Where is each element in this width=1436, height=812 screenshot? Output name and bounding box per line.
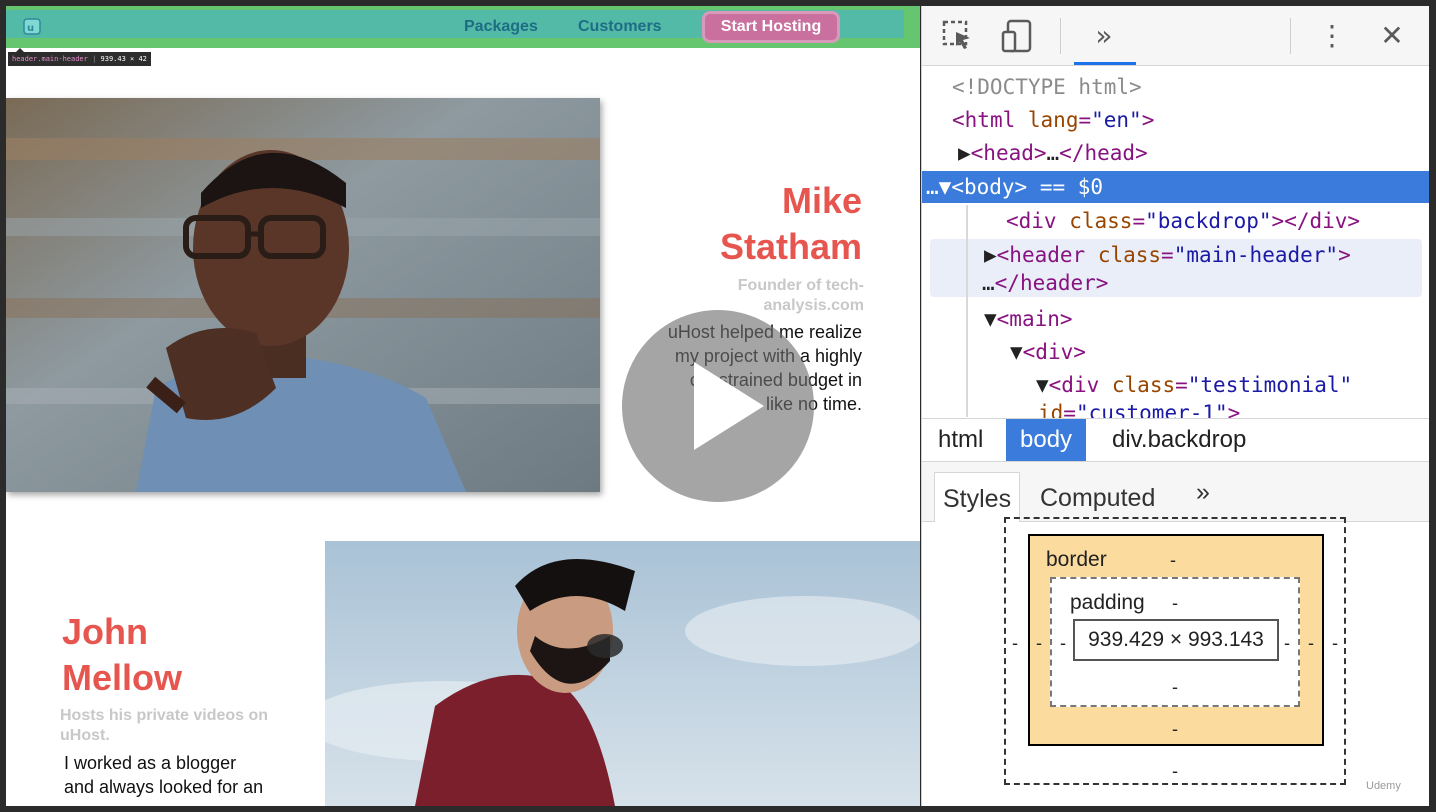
customer-2-name: John Mellow: [62, 609, 322, 701]
device-toolbar-icon[interactable]: [1000, 18, 1036, 54]
tooltip-selector: header.main-header: [12, 55, 88, 63]
border-top-value[interactable]: -: [1170, 550, 1176, 571]
border-bottom-value[interactable]: -: [1172, 719, 1178, 740]
padding-top-value[interactable]: -: [1172, 593, 1178, 614]
tooltip-size: 939.43 × 42: [100, 55, 147, 63]
main-header: u Packages Customers Start Hosting: [6, 6, 920, 48]
kebab-menu-icon[interactable]: ⋮: [1314, 18, 1350, 54]
breadcrumb: html body div.backdrop: [922, 418, 1429, 462]
active-tab-indicator: [1074, 62, 1136, 65]
box-model-diagram: 939.429 × 993.143 border - padding - - -…: [922, 517, 1429, 806]
customer-2-role-line: Hosts his private videos on: [60, 707, 269, 724]
main-node[interactable]: ▼<main>: [984, 303, 1073, 335]
svg-text:u: u: [27, 23, 34, 34]
padding-right-value[interactable]: -: [1284, 633, 1290, 654]
more-panels-icon[interactable]: »: [1086, 18, 1122, 54]
border-label: border: [1046, 548, 1107, 571]
body-node[interactable]: …▼<body> == $0: [926, 171, 1103, 203]
padding-label: padding: [1070, 591, 1145, 614]
udemy-watermark: Udemy: [1366, 780, 1401, 792]
nav-packages-link[interactable]: Packages: [464, 18, 538, 36]
devtools-toolbar: » ⋮ ✕: [922, 6, 1429, 66]
box-model-content[interactable]: 939.429 × 993.143: [1073, 619, 1279, 661]
breadcrumb-body[interactable]: body: [1006, 419, 1087, 461]
padding-bottom-value[interactable]: -: [1172, 677, 1178, 698]
start-hosting-button[interactable]: Start Hosting: [702, 11, 840, 43]
customer-1-role-line: analysis.com: [763, 297, 865, 314]
html-node[interactable]: <html lang="en">: [952, 104, 1154, 136]
video-play-icon[interactable]: [622, 310, 814, 502]
quote-line: and always looked for an: [64, 777, 264, 797]
nav-customers-link[interactable]: Customers: [578, 18, 662, 36]
more-tabs-icon[interactable]: »: [1188, 466, 1218, 516]
uhost-logo-icon[interactable]: u: [22, 16, 42, 36]
elements-tree: <!DOCTYPE html> <html lang="en"> ▶<head>…: [922, 67, 1429, 425]
customer-1-name: Mike Statham: [606, 178, 862, 270]
tab-styles[interactable]: Styles: [934, 472, 1021, 522]
close-icon[interactable]: ✕: [1374, 18, 1410, 54]
head-node[interactable]: ▶<head>…</head>: [958, 137, 1148, 169]
browser-viewport: u Packages Customers Start Hosting heade…: [6, 6, 920, 806]
customer-2-quote: I worked as a blogger and always looked …: [64, 751, 314, 799]
inspect-element-icon[interactable]: [940, 18, 976, 54]
margin-left-value[interactable]: -: [1012, 633, 1018, 654]
customer-2-role-line: uHost.: [60, 727, 110, 744]
styles-tabbar: Styles Computed »: [922, 462, 1429, 522]
margin-right-value[interactable]: -: [1332, 633, 1338, 654]
div-backdrop-node[interactable]: <div class="backdrop"></div>: [1006, 205, 1360, 237]
padding-left-value[interactable]: -: [1060, 633, 1066, 654]
tab-computed[interactable]: Computed: [1032, 472, 1163, 522]
div-node[interactable]: ▼<div>: [1010, 336, 1086, 368]
customer-1-first-name: Mike: [781, 180, 862, 221]
customer-1-role: Founder of tech- analysis.com: [666, 276, 864, 316]
margin-bottom-value[interactable]: -: [1172, 761, 1178, 782]
customer-1-photo: [6, 98, 600, 492]
customer-1-last-name: Statham: [719, 226, 862, 267]
quote-line: I worked as a blogger: [64, 753, 237, 773]
header-close-tag: …</header>: [982, 271, 1109, 295]
border-right-value[interactable]: -: [1308, 633, 1314, 654]
breadcrumb-div-backdrop[interactable]: div.backdrop: [1098, 419, 1260, 461]
customer-2-last-name: Mellow: [62, 657, 183, 698]
customer-1-role-line: Founder of tech-: [737, 277, 864, 294]
devtools-panel: » ⋮ ✕ <!DOCTYPE html> <html lang="en"> ▶…: [921, 6, 1429, 806]
customer-2-photo: [325, 541, 920, 806]
border-left-value[interactable]: -: [1036, 633, 1042, 654]
doctype-node[interactable]: <!DOCTYPE html>: [952, 71, 1142, 103]
breadcrumb-html[interactable]: html: [924, 419, 997, 461]
customer-2-first-name: John: [62, 611, 148, 652]
customer-2-role: Hosts his private videos on uHost.: [60, 706, 320, 746]
inspect-tooltip: header.main-header | 939.43 × 42: [8, 48, 151, 66]
